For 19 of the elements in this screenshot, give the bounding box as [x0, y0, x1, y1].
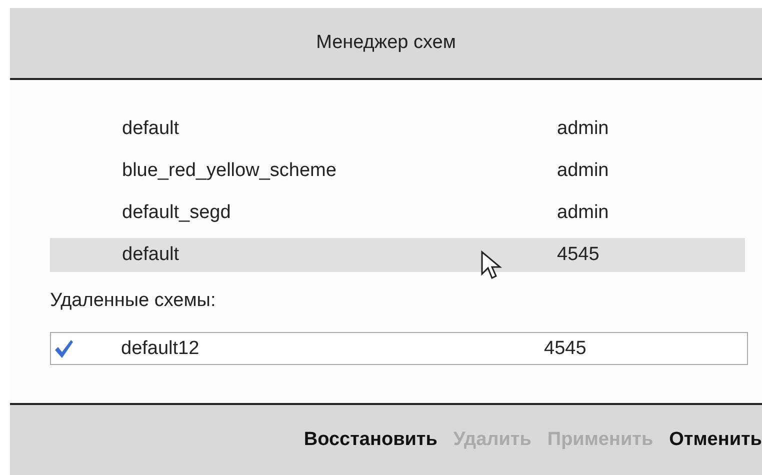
deleted-schemes-label: Удаленные схемы: [50, 290, 217, 312]
scheme-name: default12 [121, 338, 200, 360]
deleted-scheme-row[interactable]: default12 4545 [50, 332, 748, 365]
scheme-user: 4545 [544, 338, 586, 360]
scheme-user: admin [557, 202, 609, 224]
scheme-name: blue_red_yellow_scheme [122, 160, 336, 182]
scheme-row[interactable]: default admin [50, 112, 745, 146]
scheme-user: admin [557, 118, 609, 140]
scheme-name: default [122, 244, 180, 266]
scheme-user: admin [557, 160, 609, 182]
scheme-name: default_segd [122, 202, 231, 224]
dialog-button[interactable]: Отменить [669, 425, 762, 455]
dialog-button[interactable]: Восстановить [304, 425, 438, 455]
scheme-row[interactable]: default_segd admin [50, 196, 745, 230]
scheme-user: 4545 [557, 244, 600, 266]
scheme-row[interactable]: default 4545 [50, 238, 745, 272]
window-title: Менеджер схем [316, 32, 456, 54]
scheme-name: default [122, 118, 180, 140]
scheme-row[interactable]: blue_red_yellow_scheme admin [50, 154, 745, 188]
